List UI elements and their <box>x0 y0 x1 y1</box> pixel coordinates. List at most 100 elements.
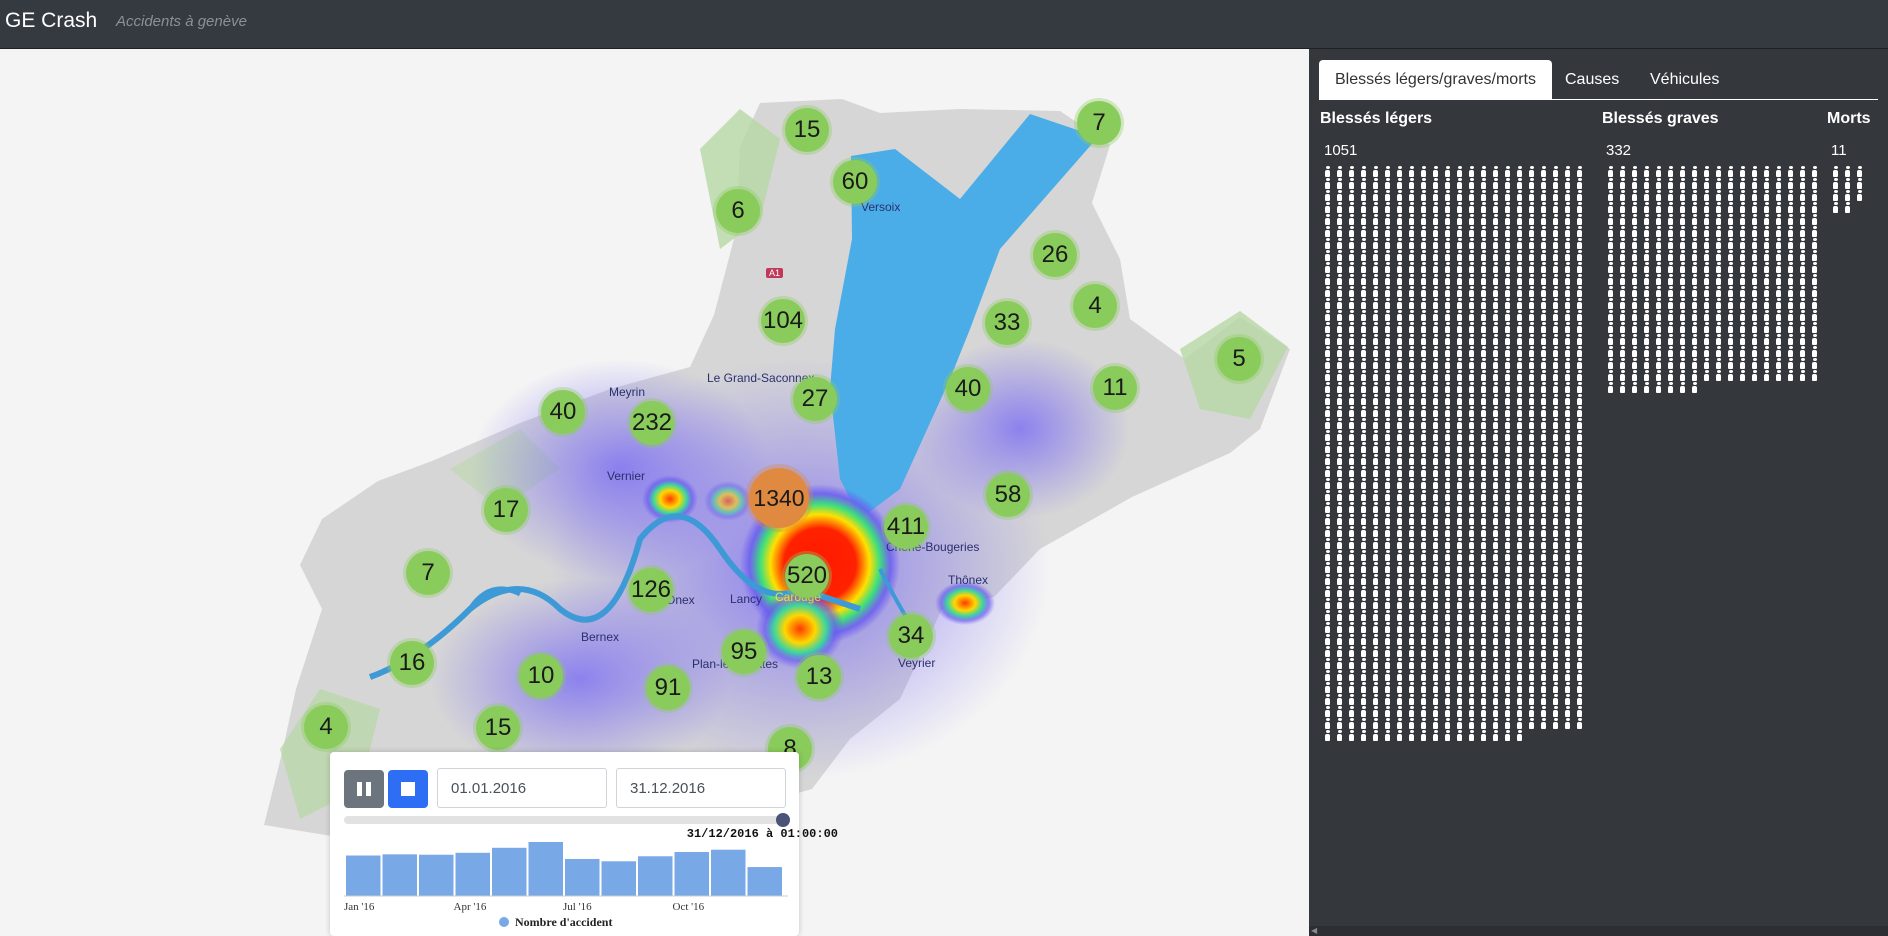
cluster-marker[interactable]: 34 <box>889 614 933 658</box>
cluster-marker[interactable]: 5 <box>1217 337 1261 381</box>
person-icon <box>1358 634 1369 645</box>
person-icon <box>1370 610 1381 621</box>
histogram-bar[interactable] <box>492 847 527 896</box>
tab-causes[interactable]: Causes <box>1549 60 1635 100</box>
person-icon <box>1382 238 1393 249</box>
cluster-marker[interactable]: 27 <box>793 377 837 421</box>
histogram-bar[interactable] <box>565 858 600 896</box>
end-date-input[interactable] <box>616 768 786 808</box>
person-icon <box>1562 178 1573 189</box>
person-icon <box>1830 166 1841 177</box>
horizontal-scrollbar[interactable]: ◀ <box>1309 926 1888 936</box>
cluster-marker[interactable]: 1340 <box>749 468 809 528</box>
cluster-marker[interactable]: 91 <box>646 666 690 710</box>
person-icon <box>1430 610 1441 621</box>
person-icon <box>1490 730 1501 741</box>
person-icon <box>1394 298 1405 309</box>
person-icon <box>1466 214 1477 225</box>
cluster-marker[interactable]: 26 <box>1033 233 1077 277</box>
histogram-bar[interactable] <box>638 856 673 896</box>
slider-handle[interactable] <box>776 813 790 827</box>
person-icon <box>1574 598 1585 609</box>
person-icon <box>1773 250 1784 261</box>
cluster-marker[interactable]: 15 <box>476 706 520 750</box>
cluster-marker[interactable]: 7 <box>406 551 450 595</box>
person-icon <box>1322 682 1333 693</box>
person-icon <box>1442 250 1453 261</box>
person-icon <box>1538 718 1549 729</box>
town-label: Versoix <box>861 200 901 214</box>
person-icon <box>1334 334 1345 345</box>
cluster-marker[interactable]: 10 <box>519 654 563 698</box>
person-icon <box>1322 286 1333 297</box>
histogram-bar[interactable] <box>601 861 637 896</box>
cluster-marker[interactable]: 33 <box>985 301 1029 345</box>
histogram-bar[interactable] <box>747 867 783 896</box>
person-icon <box>1466 442 1477 453</box>
person-icon <box>1370 442 1381 453</box>
cluster-marker[interactable]: 60 <box>833 160 877 204</box>
person-icon <box>1454 166 1465 177</box>
histogram-bar[interactable] <box>382 854 418 896</box>
person-icon <box>1749 262 1760 273</box>
person-icon <box>1550 442 1561 453</box>
app-brand[interactable]: GE Crash <box>5 9 97 33</box>
histogram-bar[interactable] <box>419 854 454 896</box>
cluster-marker[interactable]: 232 <box>630 401 674 445</box>
histogram-bar[interactable] <box>528 842 564 896</box>
time-slider[interactable]: 31/12/2016 à 01:00:00 <box>344 813 838 841</box>
cluster-marker[interactable]: 58 <box>986 473 1030 517</box>
person-icon <box>1502 262 1513 273</box>
tab-vehicules[interactable]: Véhicules <box>1634 60 1735 100</box>
cluster-marker[interactable]: 411 <box>884 505 928 549</box>
person-icon <box>1502 442 1513 453</box>
person-icon <box>1394 310 1405 321</box>
person-icon <box>1418 610 1429 621</box>
person-icon <box>1334 646 1345 657</box>
person-icon <box>1346 382 1357 393</box>
person-icon <box>1629 178 1640 189</box>
person-icon <box>1550 286 1561 297</box>
cluster-marker[interactable]: 13 <box>797 655 841 699</box>
person-icon <box>1725 298 1736 309</box>
person-icon <box>1394 574 1405 585</box>
person-icon <box>1370 466 1381 477</box>
cluster-marker[interactable]: 104 <box>761 299 805 343</box>
person-icon <box>1502 430 1513 441</box>
cluster-marker[interactable]: 16 <box>390 641 434 685</box>
person-icon <box>1797 274 1808 285</box>
histogram-bar[interactable] <box>455 852 491 896</box>
person-icon <box>1382 298 1393 309</box>
pause-button[interactable] <box>344 770 384 808</box>
cluster-marker[interactable]: 15 <box>785 108 829 152</box>
cluster-marker[interactable]: 17 <box>484 488 528 532</box>
person-icon <box>1322 262 1333 273</box>
person-icon <box>1454 406 1465 417</box>
histogram-bar[interactable] <box>346 855 381 897</box>
cluster-marker[interactable]: 11 <box>1093 366 1137 410</box>
person-icon <box>1394 598 1405 609</box>
cluster-marker[interactable]: 126 <box>629 568 673 612</box>
cluster-marker[interactable]: 7 <box>1077 101 1121 145</box>
person-icon <box>1526 346 1537 357</box>
person-icon <box>1382 538 1393 549</box>
person-icon <box>1502 538 1513 549</box>
histogram-bar[interactable] <box>674 852 710 896</box>
legend-label[interactable]: Nombre d'accident <box>515 915 612 929</box>
cluster-marker[interactable]: 4 <box>304 705 348 749</box>
cluster-marker[interactable]: 4 <box>1073 284 1117 328</box>
person-icon <box>1749 370 1760 381</box>
cluster-marker[interactable]: 95 <box>722 630 766 674</box>
person-icon <box>1773 334 1784 345</box>
cluster-marker[interactable]: 40 <box>541 390 585 434</box>
person-icon <box>1514 586 1525 597</box>
stop-button[interactable] <box>388 770 428 808</box>
histogram-bar[interactable] <box>711 849 746 896</box>
start-date-input[interactable] <box>437 768 607 808</box>
person-icon <box>1514 562 1525 573</box>
scroll-left-icon[interactable]: ◀ <box>1311 926 1317 936</box>
cluster-marker[interactable]: 6 <box>716 189 760 233</box>
tab-blesses[interactable]: Blessés légers/graves/morts <box>1319 60 1552 100</box>
cluster-marker[interactable]: 40 <box>946 367 990 411</box>
cluster-marker[interactable]: 520 <box>785 554 829 598</box>
